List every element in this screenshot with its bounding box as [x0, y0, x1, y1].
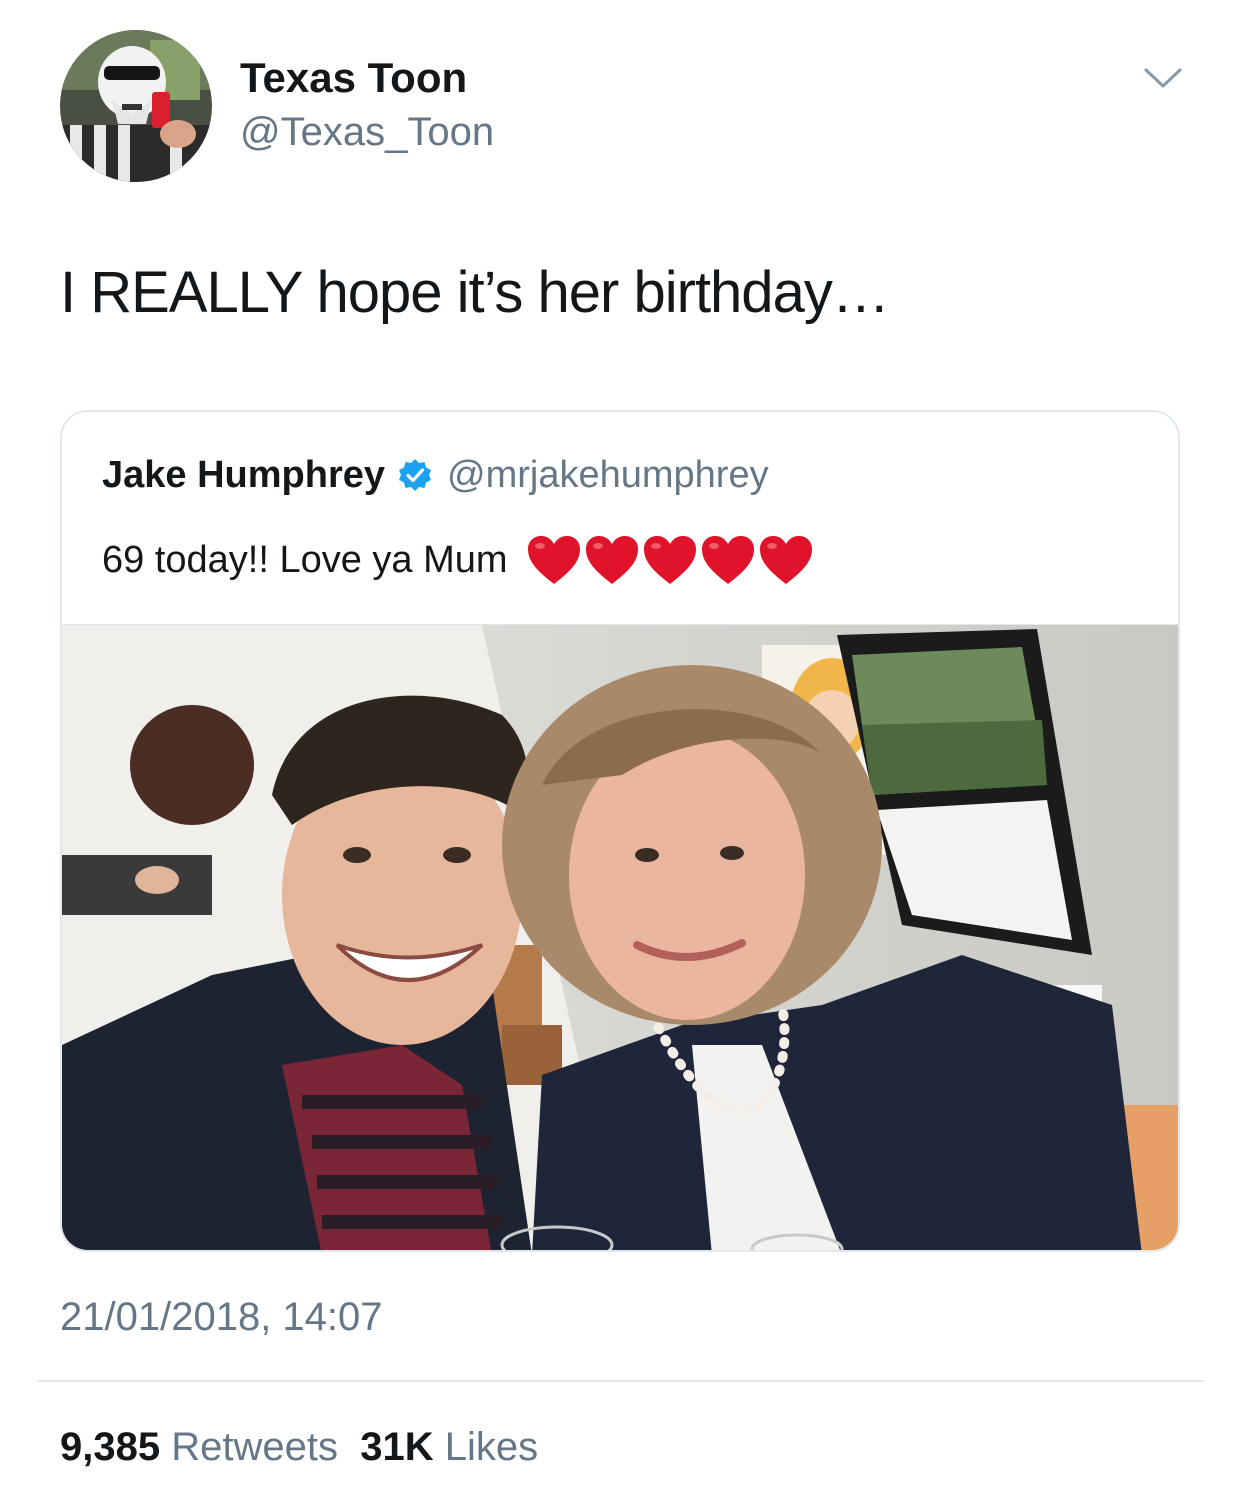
quoted-tweet-text: 69 today!! Love ya Mum	[102, 538, 508, 581]
likes-count: 31K	[360, 1425, 434, 1469]
author-handle[interactable]: @Texas_Toon	[240, 108, 494, 156]
quoted-tweet-header: Jake Humphrey @mrjakehumphrey	[102, 450, 769, 500]
stats-divider	[38, 1380, 1204, 1382]
hearts-emoji-group	[526, 534, 816, 586]
avatar-image	[60, 30, 212, 182]
author-avatar[interactable]	[60, 30, 212, 182]
heart-icon	[759, 536, 812, 584]
heart-icon	[585, 536, 638, 584]
quoted-author-name: Jake Humphrey	[102, 453, 386, 496]
verified-badge-icon	[399, 459, 432, 491]
heart-icon	[527, 536, 580, 584]
chevron-down-icon[interactable]	[1140, 62, 1186, 94]
retweets-label: Retweets	[171, 1425, 338, 1469]
likes-stat[interactable]: 31K Likes	[360, 1425, 538, 1469]
heart-icon	[701, 536, 754, 584]
tweet-stats: 9,385 Retweets 31K Likes	[60, 1422, 538, 1472]
likes-label: Likes	[444, 1425, 539, 1469]
tweet-timestamp: 21/01/2018, 14:07	[60, 1295, 383, 1339]
quoted-author-handle: @mrjakehumphrey	[447, 453, 769, 496]
tweet-text: I REALLY hope it’s her birthday…	[60, 260, 890, 325]
quoted-tweet-text-row: 69 today!! Love ya Mum	[102, 530, 816, 590]
author-name[interactable]: Texas Toon	[240, 54, 467, 102]
retweets-count: 9,385	[60, 1425, 161, 1469]
retweets-stat[interactable]: 9,385 Retweets	[60, 1425, 338, 1469]
heart-icon	[643, 536, 696, 584]
quoted-tweet-photo[interactable]	[62, 624, 1180, 1252]
quoted-tweet-card[interactable]: Jake Humphrey @mrjakehumphrey 69 today!!…	[60, 410, 1180, 1252]
